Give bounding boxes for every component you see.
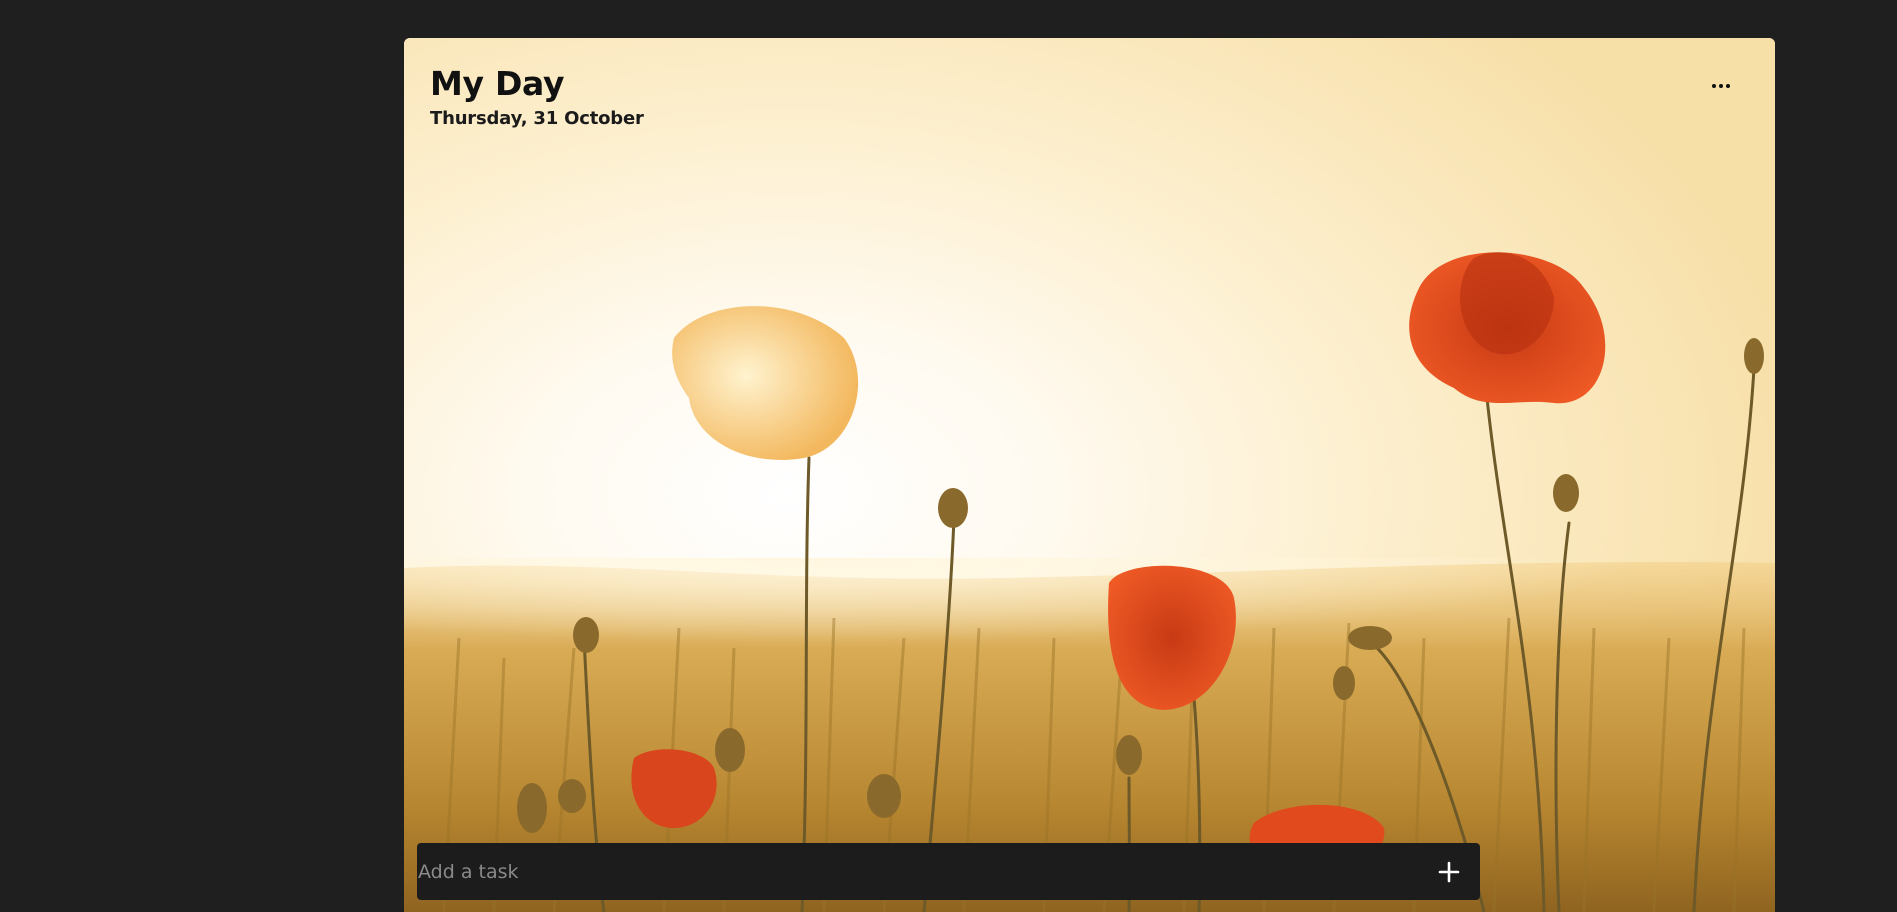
left-pane <box>0 0 404 912</box>
add-task-input[interactable] <box>417 843 1434 900</box>
my-day-panel: My Day Thursday, 31 October <box>404 38 1775 912</box>
add-task-button[interactable] <box>1434 857 1464 887</box>
add-task-bar <box>417 843 1480 900</box>
list-header: My Day Thursday, 31 October <box>430 64 644 129</box>
plus-icon <box>1438 861 1460 882</box>
app-window: My Day Thursday, 31 October <box>0 0 1897 912</box>
more-options-button[interactable] <box>1703 72 1739 100</box>
date-subtitle: Thursday, 31 October <box>430 108 644 129</box>
more-horizontal-icon <box>1711 84 1731 88</box>
page-title: My Day <box>430 64 565 103</box>
background-image <box>404 38 1775 912</box>
